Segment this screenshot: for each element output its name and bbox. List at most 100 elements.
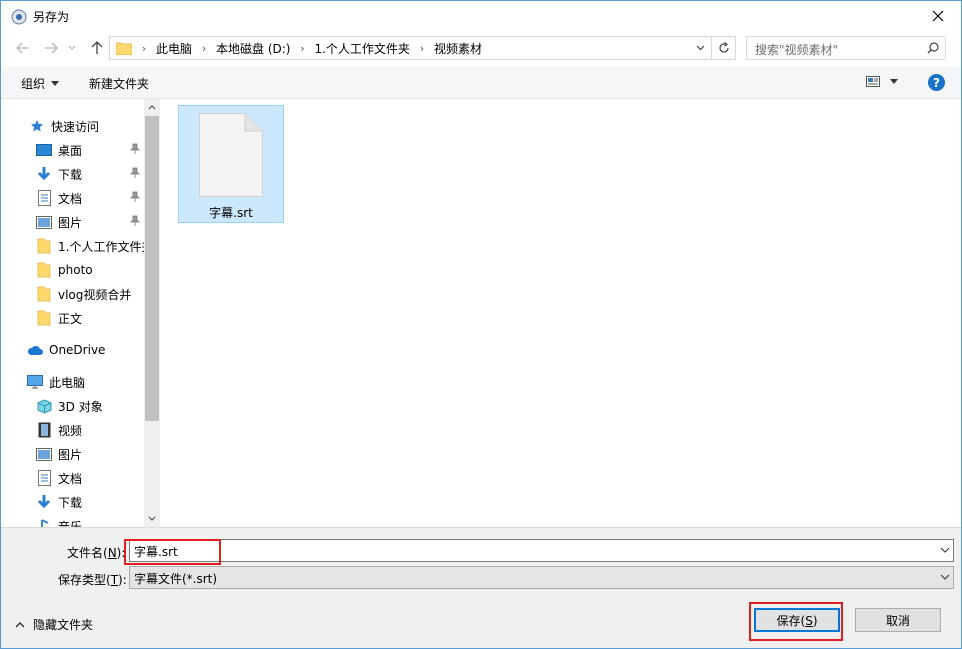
folder-icon — [36, 286, 52, 302]
breadcrumb-separator[interactable]: › — [414, 42, 430, 55]
nav-item-videos[interactable]: 视频 — [1, 419, 144, 441]
nav-label: 此电脑 — [49, 375, 86, 390]
pin-icon[interactable] — [130, 167, 140, 179]
back-button[interactable] — [11, 37, 35, 59]
filename-highlight-box — [124, 539, 221, 565]
breadcrumb-work-folder[interactable]: 1.个人工作文件夹 — [310, 40, 413, 57]
breadcrumb-this-pc[interactable]: 此电脑 — [152, 40, 196, 57]
nav-item-desktop[interactable]: 桌面 — [1, 139, 144, 161]
nav-label: 音乐 — [58, 519, 83, 528]
search-input[interactable]: 搜索"视频素材" — [746, 36, 946, 60]
nav-label: photo — [58, 263, 93, 277]
hide-folders-toggle[interactable]: 隐藏文件夹 — [15, 616, 93, 633]
nav-item-body-text[interactable]: 正文 — [1, 307, 144, 329]
pictures-icon — [36, 446, 52, 462]
breadcrumb-separator[interactable]: › — [136, 42, 152, 55]
nav-label: 快速访问 — [51, 119, 100, 134]
help-button[interactable]: ? — [928, 74, 945, 91]
cancel-button[interactable]: 取消 — [855, 608, 941, 632]
organize-label: 组织 — [21, 77, 46, 91]
scroll-thumb[interactable] — [145, 116, 159, 421]
chevron-down-icon[interactable] — [939, 543, 951, 557]
nav-label: 图片 — [58, 215, 83, 230]
chevron-down-icon — [940, 574, 950, 580]
nav-label: vlog视频合并 — [58, 287, 132, 302]
chevron-up-icon — [15, 621, 25, 627]
nav-onedrive[interactable]: OneDrive — [1, 339, 144, 361]
nav-quick-access[interactable]: 快速访问 — [1, 115, 144, 137]
nav-item-documents[interactable]: 文档 — [1, 187, 144, 209]
view-options-button[interactable] — [866, 76, 898, 87]
film-icon — [36, 422, 52, 438]
breadcrumb-drive-d[interactable]: 本地磁盘 (D:) — [212, 40, 294, 57]
chevron-up-icon — [148, 105, 156, 110]
up-button[interactable] — [85, 37, 109, 59]
nav-item-pc-downloads[interactable]: 下载 — [1, 491, 144, 513]
nav-label: 3D 对象 — [58, 399, 103, 414]
pictures-icon — [36, 214, 52, 230]
folder-icon — [116, 42, 132, 55]
nav-label: 视频 — [58, 423, 83, 438]
filetype-select[interactable]: 字幕文件(*.srt) — [129, 566, 954, 589]
folder-icon — [36, 238, 52, 254]
refresh-icon — [718, 42, 729, 53]
folder-icon — [36, 262, 52, 278]
breadcrumb-video-assets[interactable]: 视频素材 — [430, 40, 486, 57]
nav-label: 文档 — [58, 471, 83, 486]
scroll-up-button[interactable] — [144, 99, 160, 116]
nav-item-downloads[interactable]: 下载 — [1, 163, 144, 185]
nav-item-pictures[interactable]: 图片 — [1, 211, 144, 233]
folder-icon — [36, 310, 52, 326]
title-bar: 另存为 — [1, 1, 961, 31]
nav-label: OneDrive — [49, 343, 106, 357]
file-item[interactable]: 字幕.srt — [178, 105, 284, 223]
address-bar[interactable]: › 此电脑 › 本地磁盘 (D:) › 1.个人工作文件夹 › 视频素材 — [109, 36, 736, 60]
organize-menu[interactable]: 组织 — [21, 75, 60, 92]
file-list: 字幕.srt — [161, 99, 961, 527]
nav-item-pc-pictures[interactable]: 图片 — [1, 443, 144, 465]
recent-locations-button[interactable] — [63, 37, 81, 59]
pin-icon[interactable] — [130, 143, 140, 155]
close-button[interactable] — [915, 1, 961, 31]
save-highlight-box — [749, 602, 843, 641]
file-name: 字幕.srt — [209, 206, 253, 220]
document-icon — [36, 470, 52, 486]
breadcrumb-separator[interactable]: › — [196, 42, 212, 55]
nav-label: 文档 — [58, 191, 83, 206]
nav-this-pc[interactable]: 此电脑 — [1, 371, 144, 393]
nav-item-3d-objects[interactable]: 3D 对象 — [1, 395, 144, 417]
scroll-down-button[interactable] — [144, 510, 160, 527]
caret-down-icon — [51, 81, 60, 86]
chevron-down-icon — [148, 516, 156, 521]
nav-label: 下载 — [58, 495, 83, 510]
desktop-icon — [36, 142, 52, 158]
search-icon[interactable] — [927, 42, 939, 54]
nav-item-work-folder[interactable]: 1.个人工作文件夹 — [1, 235, 144, 257]
nav-item-music[interactable]: 音乐 — [1, 515, 144, 527]
nav-item-photo[interactable]: photo — [1, 259, 144, 281]
filename-input[interactable]: 字幕.srt — [129, 539, 954, 562]
arrow-left-icon — [16, 42, 29, 54]
pin-icon[interactable] — [130, 191, 140, 203]
cloud-icon — [27, 342, 43, 358]
arrow-up-icon — [91, 41, 103, 54]
save-as-dialog: 另存为 › 此电脑 › 本地磁盘 (D:) › 1.个人工作文件夹 › 视频素材… — [0, 0, 962, 649]
breadcrumb-separator[interactable]: › — [294, 42, 310, 55]
pin-icon[interactable] — [130, 215, 140, 227]
address-history-button[interactable] — [691, 37, 709, 59]
close-icon — [932, 10, 944, 22]
download-icon — [36, 494, 52, 510]
refresh-button[interactable] — [711, 37, 735, 59]
hide-folders-label: 隐藏文件夹 — [33, 618, 94, 632]
new-folder-button[interactable]: 新建文件夹 — [89, 75, 149, 92]
nav-item-pc-documents[interactable]: 文档 — [1, 467, 144, 489]
nav-label: 桌面 — [58, 143, 83, 158]
filetype-value: 字幕文件(*.srt) — [134, 572, 218, 586]
nav-scrollbar[interactable] — [144, 99, 160, 527]
forward-button[interactable] — [39, 37, 63, 59]
nav-label: 图片 — [58, 447, 83, 462]
search-placeholder: 搜索"视频素材" — [755, 43, 839, 57]
nav-item-vlog[interactable]: vlog视频合并 — [1, 283, 144, 305]
star-icon — [29, 118, 45, 134]
caret-down-icon — [890, 79, 898, 84]
